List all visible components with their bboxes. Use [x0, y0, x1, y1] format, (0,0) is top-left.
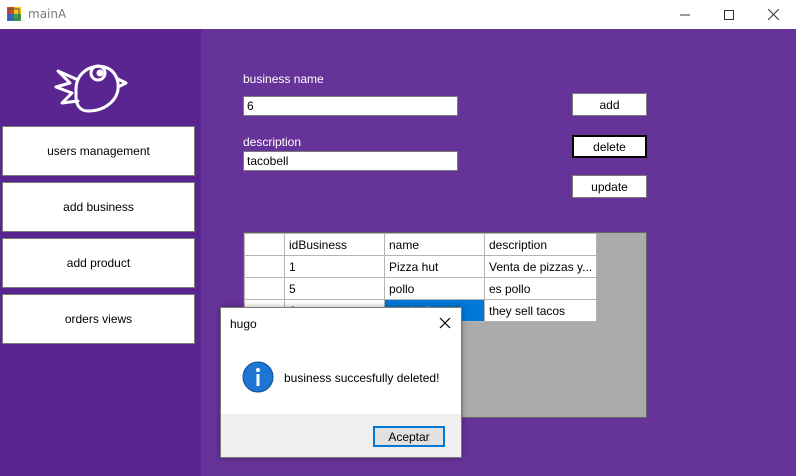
close-icon: [767, 9, 779, 20]
ok-button[interactable]: Aceptar: [373, 426, 445, 447]
update-button[interactable]: update: [572, 175, 647, 198]
dialog-message: business succesfully deleted!: [284, 371, 440, 385]
grid-column-header[interactable]: description: [483, 233, 598, 256]
delete-button[interactable]: delete: [572, 135, 647, 158]
business-name-input[interactable]: 6: [243, 96, 458, 116]
sidebar-item-label: users management: [47, 144, 150, 158]
sidebar: users management add business add produc…: [0, 29, 201, 476]
grid-cell[interactable]: 5: [284, 277, 385, 300]
dialog-title: hugo: [230, 317, 257, 331]
table-row[interactable]: 1 Pizza hut Venta de pizzas y...: [244, 255, 598, 278]
row-header[interactable]: [244, 255, 285, 278]
grid-cell[interactable]: pollo: [384, 277, 485, 300]
dialog-footer: Aceptar: [221, 414, 461, 457]
sidebar-item-label: add business: [63, 200, 134, 214]
info-icon: [242, 361, 274, 393]
grid-cell[interactable]: Venta de pizzas y...: [483, 255, 598, 278]
maximize-icon: [724, 9, 734, 20]
sidebar-item-users-management[interactable]: users management: [2, 126, 195, 176]
close-button[interactable]: [750, 0, 796, 29]
grid-cell[interactable]: Pizza hut: [384, 255, 485, 278]
grid-cell[interactable]: es pollo: [483, 277, 598, 300]
business-name-label: business name: [243, 72, 324, 86]
maximize-button[interactable]: [706, 0, 752, 29]
grid-corner-cell: [244, 233, 285, 256]
app-icon: [7, 7, 21, 21]
title-bar: mainA: [0, 0, 796, 29]
table-row[interactable]: 5 pollo es pollo: [244, 277, 598, 300]
sidebar-item-orders-views[interactable]: orders views: [2, 294, 195, 344]
grid-cell[interactable]: they sell tacos: [483, 299, 598, 322]
grid-cell[interactable]: 1: [284, 255, 385, 278]
grid-column-header[interactable]: name: [384, 233, 485, 256]
add-button[interactable]: add: [572, 93, 647, 116]
grid-header-row: idBusiness name description: [244, 233, 598, 256]
sidebar-item-label: add product: [66, 256, 131, 270]
description-input[interactable]: tacobell: [243, 151, 458, 171]
minimize-icon: [680, 14, 690, 15]
sidebar-item-add-business[interactable]: add business: [2, 182, 195, 232]
bird-logo-icon: [54, 64, 128, 113]
grid-column-header[interactable]: idBusiness: [284, 233, 385, 256]
sidebar-item-label: orders views: [64, 312, 133, 326]
minimize-button[interactable]: [662, 0, 708, 29]
window-title: mainA: [28, 7, 67, 21]
description-label: description: [243, 135, 302, 149]
row-header[interactable]: [244, 277, 285, 300]
message-dialog: hugo business succesfully deleted! Acept…: [220, 307, 462, 458]
close-icon[interactable]: [437, 315, 453, 331]
sidebar-item-add-product[interactable]: add product: [2, 238, 195, 288]
